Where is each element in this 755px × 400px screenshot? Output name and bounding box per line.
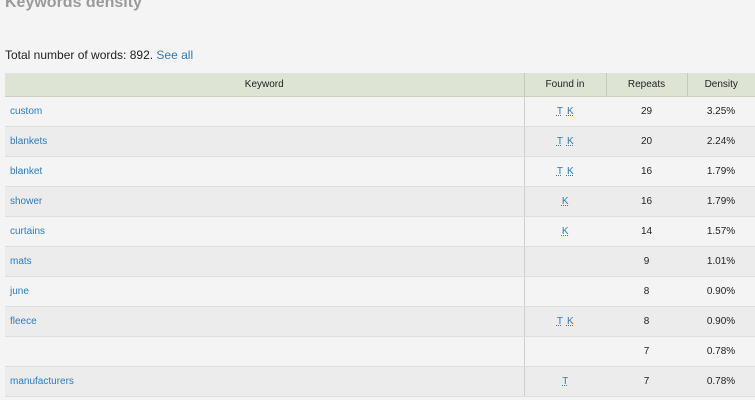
density-cell: 1.57% — [687, 216, 755, 247]
repeats-cell: 7 — [606, 366, 687, 397]
found-in-title-tag[interactable]: T — [557, 136, 563, 147]
density-cell: 1.79% — [687, 156, 755, 187]
word-count-summary: Total number of words: 892. See all — [5, 48, 193, 62]
table-body: custom T K 29 3.25% blankets T K 20 2.24% blanket T… — [5, 96, 755, 397]
density-cell: 1.01% — [687, 246, 755, 277]
column-header-found-in[interactable]: Found in — [523, 73, 606, 97]
repeats-cell: 8 — [606, 276, 687, 307]
found-in-keywords-tag[interactable]: K — [562, 226, 569, 237]
keyword-cell — [5, 336, 524, 367]
found-in-keywords-tag[interactable]: K — [567, 316, 574, 327]
repeats-cell: 9 — [606, 246, 687, 277]
density-cell: 0.78% — [687, 336, 755, 367]
repeats-cell: 16 — [606, 186, 687, 217]
repeats-cell: 20 — [606, 126, 687, 157]
repeats-cell: 7 — [606, 336, 687, 367]
page-title: Keywords density — [5, 0, 142, 11]
density-cell: 0.78% — [687, 366, 755, 397]
keyword-cell: shower — [5, 186, 524, 217]
density-cell: 3.25% — [687, 96, 755, 127]
found-in-cell: TK — [523, 156, 606, 187]
found-in-cell: K — [523, 216, 606, 247]
table-row: 7 0.78% — [5, 336, 755, 367]
table-row: mats 9 1.01% — [5, 246, 755, 277]
keyword-link[interactable]: mats — [10, 256, 32, 267]
table-row: blanket T K 16 1.79% — [5, 156, 755, 187]
density-cell: 0.90% — [687, 276, 755, 307]
found-in-keywords-tag[interactable]: K — [567, 136, 574, 147]
column-header-density[interactable]: Density — [686, 73, 755, 97]
keyword-cell: mats — [5, 246, 524, 277]
total-words-text: Total number of words: 892. — [5, 48, 154, 62]
table-row: fleece T K 8 0.90% — [5, 306, 755, 337]
table-row: custom T K 29 3.25% — [5, 96, 755, 127]
column-header-keyword[interactable]: Keyword — [5, 73, 524, 97]
keywords-table: Keyword Found in Repeats Density custom T… — [5, 73, 755, 397]
found-in-cell — [523, 276, 606, 307]
density-cell: 2.24% — [687, 126, 755, 157]
found-in-title-tag[interactable]: T — [557, 316, 563, 327]
keyword-link[interactable]: june — [10, 286, 29, 297]
repeats-cell: 8 — [606, 306, 687, 337]
repeats-cell: 16 — [606, 156, 687, 187]
found-in-title-tag[interactable]: T — [557, 166, 563, 177]
found-in-keywords-tag[interactable]: K — [562, 196, 569, 207]
keyword-cell: fleece — [5, 306, 524, 337]
keyword-cell: blanket — [5, 156, 524, 187]
keyword-link[interactable]: curtains — [10, 226, 45, 237]
keyword-link[interactable]: blanket — [10, 166, 42, 177]
see-all-link[interactable]: See all — [156, 48, 193, 62]
keyword-cell: june — [5, 276, 524, 307]
keyword-link[interactable]: shower — [10, 196, 42, 207]
table-header-row: Keyword Found in Repeats Density — [5, 73, 755, 97]
keyword-link[interactable]: blankets — [10, 136, 47, 147]
density-cell: 1.79% — [687, 186, 755, 217]
keyword-cell: manufacturers — [5, 366, 524, 397]
found-in-title-tag[interactable]: T — [562, 376, 568, 387]
keyword-link[interactable]: manufacturers — [10, 376, 74, 387]
found-in-cell: TK — [523, 126, 606, 157]
table-row: manufacturers T 7 0.78% — [5, 366, 755, 397]
table-row: shower K 16 1.79% — [5, 186, 755, 217]
column-header-repeats[interactable]: Repeats — [605, 73, 687, 97]
found-in-cell — [523, 336, 606, 367]
found-in-cell: T — [523, 366, 606, 397]
table-row: curtains K 14 1.57% — [5, 216, 755, 247]
found-in-title-tag[interactable]: T — [557, 106, 563, 117]
found-in-keywords-tag[interactable]: K — [567, 106, 574, 117]
keyword-link[interactable]: custom — [10, 106, 42, 117]
found-in-cell — [523, 246, 606, 277]
table-row: june 8 0.90% — [5, 276, 755, 307]
found-in-cell: TK — [523, 96, 606, 127]
found-in-cell: TK — [523, 306, 606, 337]
keyword-cell: blankets — [5, 126, 524, 157]
repeats-cell: 29 — [606, 96, 687, 127]
density-cell: 0.90% — [687, 306, 755, 337]
repeats-cell: 14 — [606, 216, 687, 247]
keyword-cell: curtains — [5, 216, 524, 247]
table-row: blankets T K 20 2.24% — [5, 126, 755, 157]
found-in-cell: K — [523, 186, 606, 217]
keyword-cell: custom — [5, 96, 524, 127]
found-in-keywords-tag[interactable]: K — [567, 166, 574, 177]
keyword-link[interactable]: fleece — [10, 316, 37, 327]
